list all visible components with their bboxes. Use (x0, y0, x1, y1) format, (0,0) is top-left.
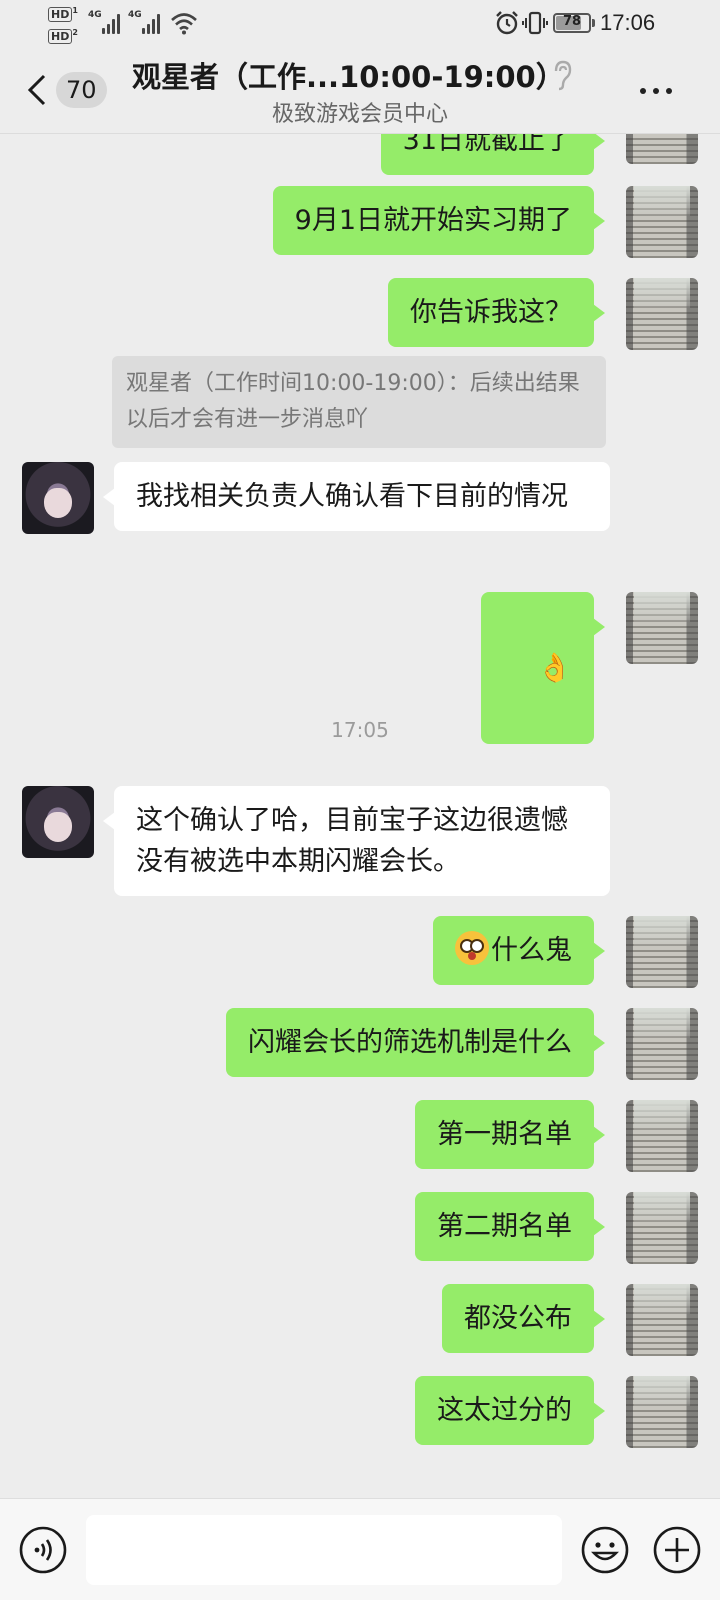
message-text: 什么鬼 (491, 935, 572, 966)
my-avatar[interactable] (626, 1008, 698, 1080)
hd-indicator-2: HD 2 (48, 28, 78, 44)
message-bubble-received[interactable]: 这个确认了哈，目前宝子这边很遗憾没有被选中本期闪耀会长。 (103, 786, 610, 896)
my-avatar[interactable] (626, 1192, 698, 1264)
my-avatar[interactable] (626, 916, 698, 988)
message-bubble-sent[interactable]: 第一期名单 (415, 1100, 605, 1169)
message-bubble-sent[interactable]: 第二期名单 (415, 1192, 605, 1261)
more-icon[interactable] (634, 76, 678, 106)
hd1-sub: 1 (72, 6, 78, 15)
hd1-label: HD (48, 7, 73, 22)
my-avatar[interactable] (626, 1376, 698, 1448)
message-bubble-sent[interactable]: 都没公布 (442, 1284, 605, 1353)
message-input[interactable] (86, 1515, 562, 1585)
ok-hand-emoji-icon: 👌 (537, 651, 572, 684)
hd2-label: HD (48, 29, 73, 44)
alarm-icon (496, 11, 518, 35)
voice-icon[interactable] (18, 1525, 68, 1575)
message-bubble-sent[interactable]: 什么鬼 (433, 916, 605, 985)
chat-subtitle: 极致游戏会员中心 (271, 102, 448, 127)
message-bubble-sent[interactable]: 9月1日就开始实习期了 (272, 186, 606, 255)
my-avatar[interactable] (626, 1100, 698, 1172)
battery-icon: 78 (553, 13, 591, 33)
message-bubble-sent[interactable]: 这太过分的 (415, 1376, 605, 1445)
my-avatar[interactable] (626, 1284, 698, 1356)
my-avatar[interactable] (626, 186, 698, 258)
hd-indicator-1: HD 1 (48, 6, 78, 22)
message-bubble-sent[interactable]: 31日就截止了 (380, 134, 606, 175)
signal-icon: 4G (128, 10, 164, 34)
contact-avatar[interactable] (22, 786, 94, 858)
vibrate-icon (522, 11, 548, 35)
dizzy-face-icon (455, 931, 489, 965)
contact-avatar[interactable] (22, 462, 94, 534)
status-bar: HD 1 HD 2 4G 4G 78 17:06 (0, 0, 720, 46)
hd2-sub: 2 (72, 28, 78, 37)
chat-header: 70 观星者（工作...10:00-19:00） 极致游戏会员中心 (0, 46, 720, 134)
message-bubble-sent[interactable]: 你告诉我这？ (388, 278, 605, 347)
message-bubble-sent[interactable]: 闪耀会长的筛选机制是什么 (226, 1008, 605, 1077)
network-type-1: 4G (88, 10, 102, 20)
status-time: 17:06 (600, 10, 656, 35)
timestamp-divider: 17:05 (331, 718, 389, 742)
battery-level: 78 (562, 14, 582, 29)
input-bar (0, 1498, 720, 1600)
emoji-icon[interactable] (580, 1525, 630, 1575)
wifi-icon (171, 13, 197, 35)
plus-icon[interactable] (652, 1525, 702, 1575)
quoted-notice[interactable]: 观星者（工作时间10:00-19:00）：后续出结果以后才会有进一步消息吖 (112, 356, 606, 448)
ear-icon (554, 60, 572, 91)
signal-icon: 4G (88, 10, 124, 34)
message-bubble-received[interactable]: 我找相关负责人确认看下目前的情况 (103, 462, 610, 531)
battery-cap (592, 19, 595, 27)
message-list[interactable]: 31日就截止了 9月1日就开始实习期了 你告诉我这？ 观星者（工作时间10:00… (0, 134, 720, 1498)
my-avatar[interactable] (626, 592, 698, 664)
chat-title[interactable]: 观星者（工作...10:00-19:00） (132, 54, 565, 96)
my-avatar[interactable] (626, 278, 698, 350)
network-type-2: 4G (128, 10, 142, 20)
my-avatar[interactable] (626, 134, 698, 164)
